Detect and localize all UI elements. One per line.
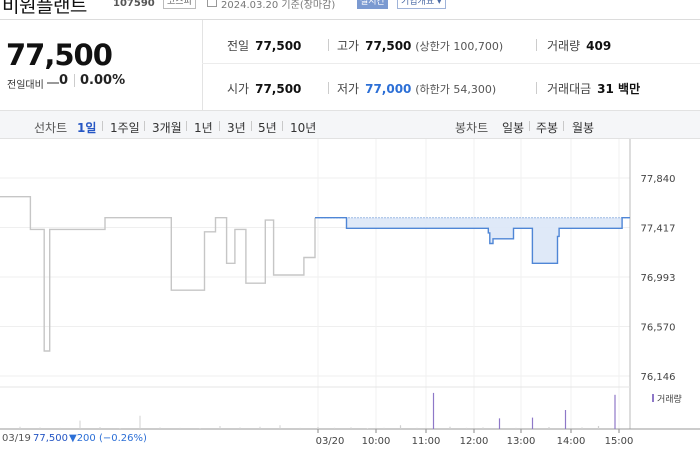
tab-divider	[251, 121, 252, 131]
y-tick-label: 76,570	[641, 323, 676, 334]
x-tick-label: 15:00	[605, 436, 634, 447]
y-tick-label: 76,146	[641, 372, 676, 383]
high-value: 77,500	[365, 39, 412, 53]
period-tab-3m[interactable]: 3개월	[152, 119, 182, 136]
stock-code: 107590	[113, 0, 155, 9]
y-tick-label: 76,993	[641, 273, 676, 284]
chart-toolbar: 선차트 1일 1주일 3개월 1년 3년 5년 10년 봉차트 일봉 주봉 월봉	[0, 110, 700, 139]
tab-divider	[563, 121, 564, 131]
period-tab-10y[interactable]: 10년	[290, 119, 316, 136]
x-tick-label: 13:00	[507, 436, 536, 447]
open-stat: 시가 77,500	[227, 80, 301, 97]
stat-divider	[536, 39, 537, 51]
volume-legend-swatch	[652, 394, 654, 402]
tab-divider	[144, 121, 145, 131]
lower-limit: (하한가 54,300)	[415, 83, 497, 96]
flat-change-icon	[47, 82, 59, 84]
candle-tab-monthly[interactable]: 월봉	[572, 119, 594, 136]
footer-price: 77,500	[33, 433, 68, 444]
header-divider	[0, 19, 700, 20]
period-tab-5y[interactable]: 5년	[258, 119, 277, 136]
company-overview-button[interactable]: 기업개요 ▾	[397, 0, 446, 9]
intraday-price-chart[interactable]: 77,840 77,417 76,993 76,570 76,146 03/20 10:00…	[0, 139, 700, 450]
tab-divider	[219, 121, 220, 131]
low-label: 저가	[337, 82, 360, 96]
period-tab-1d[interactable]: 1일	[77, 119, 96, 136]
period-tab-1y[interactable]: 1년	[194, 119, 213, 136]
footer-change: ▼200 (−0.26%)	[69, 433, 147, 444]
volume-label: 거래량	[547, 39, 581, 53]
tab-divider	[529, 121, 530, 131]
candle-chart-label: 봉차트	[455, 121, 489, 135]
footer-date: 03/19	[2, 433, 31, 444]
volume-stat: 거래량 409	[547, 37, 611, 54]
change-divider	[74, 74, 75, 87]
volume-value: 409	[586, 39, 612, 53]
stock-header: 비원플랜트 107590 코스피 2024.03.20 기준(장마감) 실시간 …	[0, 0, 700, 17]
line-chart-label: 선차트	[34, 121, 68, 135]
today-price-area	[315, 217, 630, 264]
upper-limit: (상한가 100,700)	[415, 40, 504, 53]
y-tick-label: 77,417	[641, 224, 676, 235]
high-stat: 고가 77,500 (상한가 100,700)	[337, 37, 503, 54]
calendar-icon	[207, 0, 217, 7]
period-tab-1w[interactable]: 1주일	[110, 119, 140, 136]
stock-quote-widget: 비원플랜트 107590 코스피 2024.03.20 기준(장마감) 실시간 …	[0, 0, 700, 450]
tab-divider	[282, 121, 283, 131]
prev-close-value: 77,500	[255, 39, 302, 53]
reference-date: 2024.03.20 기준(장마감)	[221, 0, 336, 11]
stat-divider	[328, 82, 329, 94]
stat-divider	[328, 39, 329, 51]
stock-name: 비원플랜트	[2, 0, 87, 17]
low-stat: 저가 77,000 (하한가 54,300)	[337, 80, 496, 97]
candle-tab-daily[interactable]: 일봉	[502, 119, 524, 136]
x-tick-label: 11:00	[412, 436, 441, 447]
tab-divider	[186, 121, 187, 131]
x-tick-label: 14:00	[557, 436, 586, 447]
open-label: 시가	[227, 82, 250, 96]
y-tick-label: 77,840	[641, 174, 676, 185]
amount-value: 31 백만	[597, 82, 641, 96]
stat-divider	[536, 82, 537, 94]
x-tick-label: 12:00	[460, 436, 489, 447]
change-label: 전일대비	[7, 80, 44, 91]
tab-divider	[102, 121, 103, 131]
x-tick-label: 03/20	[316, 436, 345, 447]
realtime-button[interactable]: 실시간	[357, 0, 388, 9]
volume-legend-label: 거래량	[657, 393, 682, 405]
low-value: 77,000	[365, 82, 412, 96]
open-value: 77,500	[255, 82, 302, 96]
prev-close-stat: 전일 77,500	[227, 37, 301, 54]
high-label: 고가	[337, 39, 360, 53]
panel-divider	[202, 20, 203, 110]
change-value: 0	[59, 73, 69, 88]
amount-label: 거래대금	[547, 82, 592, 96]
prev-close-label: 전일	[227, 39, 250, 53]
change-percent: 0.00%	[80, 73, 126, 88]
candle-tab-weekly[interactable]: 주봉	[536, 119, 558, 136]
current-price: 77,500	[6, 38, 113, 72]
stats-row-divider	[202, 63, 700, 64]
prev-day-price-line	[0, 196, 316, 352]
market-badge: 코스피	[163, 0, 196, 9]
period-tab-3y[interactable]: 3년	[227, 119, 246, 136]
x-tick-label: 10:00	[362, 436, 391, 447]
amount-stat: 거래대금 31 백만	[547, 80, 640, 97]
